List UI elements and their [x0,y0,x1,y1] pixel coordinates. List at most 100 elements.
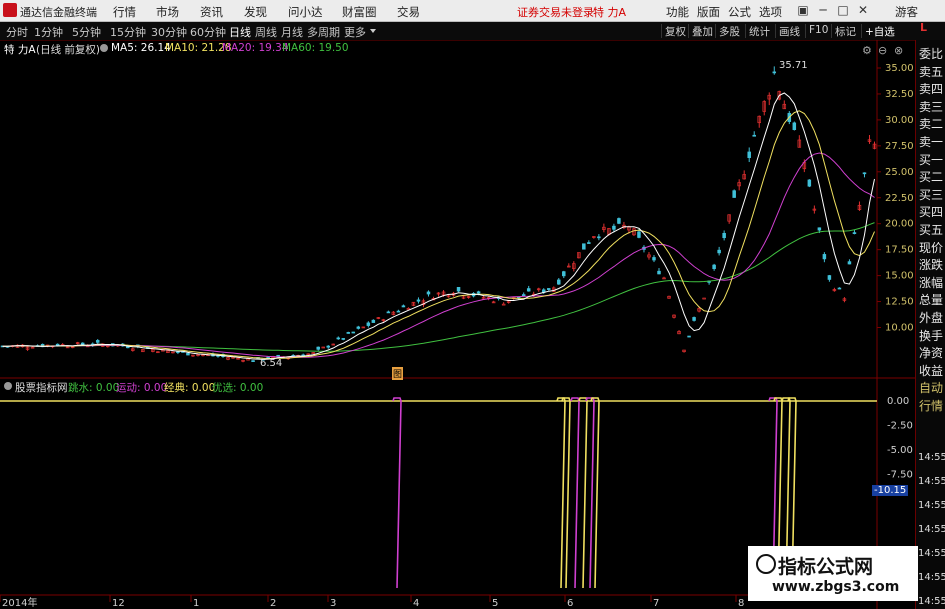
candle-body [732,190,736,198]
period-30min[interactable]: 30分钟 [151,24,187,40]
candle-body [557,279,561,285]
minimize-icon[interactable]: ─ [815,1,831,19]
period-15min[interactable]: 15分钟 [110,24,146,40]
candle-body [562,271,566,277]
period-more[interactable]: 更多 [344,24,366,40]
quote-item[interactable]: 行情 [919,398,943,415]
menu-gongneng[interactable]: 功能 [666,4,689,20]
logo-icon [756,554,776,574]
guest-button[interactable]: 游客 [895,4,918,20]
indicator-name[interactable]: 股票指标网 [15,380,68,395]
candle-body [617,218,621,224]
toolbar-fuquan[interactable]: 复权 [661,24,689,38]
indicator-pulse [392,397,402,589]
quote-item: 买四 [919,205,944,220]
trade-time: 14:55 [918,500,945,511]
quote-item: 涨跌 [919,258,944,273]
kline-chart[interactable]: 35.0032.5030.0027.5025.0022.5020.0017.50… [0,40,915,609]
yaxis-tick-label: 22.50 [885,193,914,204]
skin-icon[interactable]: ▣ [795,1,811,19]
menu-hangqing[interactable]: 行情 [113,4,136,20]
panel-toggle-icon[interactable]: L [920,21,927,34]
candle-body [336,337,341,340]
sub-yaxis-ticks: 0.00 -2.50 -5.00 -7.50 [887,396,913,481]
xaxis-labels: 2014年 12 1 2 3 4 5 6 7 8 [0,595,744,609]
sub-yaxis-tick-label: -5.00 [887,445,913,456]
quote-item[interactable]: 自动 [919,380,943,397]
maximize-icon[interactable]: □ [835,1,851,19]
toolbar-huaxian[interactable]: 画线 [775,24,803,38]
candle-body [847,261,852,265]
period-weekly[interactable]: 周线 [255,24,277,40]
yaxis-tick-label: 35.00 [885,63,914,74]
indicator-pulse [578,397,588,589]
quote-item: 卖五 [919,64,944,79]
menu-banmian[interactable]: 版面 [697,4,720,20]
candle-body [752,134,756,137]
chevron-down-icon[interactable] [370,29,376,33]
candle-body [612,225,616,230]
period-monthly[interactable]: 月线 [281,24,303,40]
menu-bar: 通达信金融终端 行情 市场 资讯 发现 问小达 财富圈 交易 证券交易未登录 特… [0,0,945,22]
menu-shichang[interactable]: 市场 [156,4,179,20]
toolbar-zixuan[interactable]: +自选 [861,24,898,38]
quote-item: 卖四 [919,82,944,97]
menu-zixun[interactable]: 资讯 [200,4,223,20]
login-warning[interactable]: 证券交易未登录 [517,4,594,20]
candle-body [276,354,280,357]
quote-item: 买三 [919,187,944,202]
indicator-pulse [570,397,580,589]
candle-body [456,286,461,292]
candle-body [366,322,371,326]
sub-settings-icon[interactable] [4,382,12,390]
xaxis-label: 8 [738,598,744,609]
menu-caifuquan[interactable]: 财富圈 [342,4,377,20]
candle-body [822,254,827,260]
candle-body [837,287,842,290]
toolbar-tongji[interactable]: 统计 [745,24,773,38]
quote-item: 买五 [919,223,944,237]
toolbar-diejia[interactable]: 叠加 [688,24,716,38]
period-multi[interactable]: 多周期 [307,24,340,40]
candle-body [401,305,406,308]
current-value-box: -10.15 [872,485,909,496]
quote-item: 换手 [919,328,944,343]
xaxis-label: 12 [112,598,125,609]
candle-body [827,275,832,280]
candle-body [717,249,721,254]
candle-body [852,232,857,234]
yaxis-tick-label: 10.00 [885,323,914,334]
ma20-line [2,152,875,358]
yaxis-tick-label: 25.00 [885,167,914,178]
sub-yaxis-tick-label: 0.00 [887,396,909,407]
period-60min[interactable]: 60分钟 [190,24,226,40]
candle-body [371,319,376,323]
candle-body [692,317,696,321]
menu-gongshi[interactable]: 公式 [728,4,751,20]
period-toolbar: 分时 1分钟 5分钟 15分钟 30分钟 60分钟 日线 周线 月线 多周期 更… [0,22,945,41]
event-marker[interactable]: 图 [392,367,404,380]
candle-body [637,231,641,238]
menu-jiaoyi[interactable]: 交易 [397,4,420,20]
toolbar-biaoji[interactable]: 标记 [831,24,859,38]
quote-side-panel: L 委比 卖五 卖四 卖三 卖二 卖一 买一 买二 买三 买四 买五 现价 涨跌 涨幅 总量 外盘 换手 净资 收益… [915,21,945,609]
candle-body [747,151,751,158]
period-5min[interactable]: 5分钟 [72,24,101,40]
period-1min[interactable]: 1分钟 [34,24,63,40]
toolbar-f10[interactable]: F10 [805,24,831,38]
candle-body [597,236,601,239]
xaxis-label: 5 [492,598,498,609]
xaxis-label: 2014年 [2,596,37,609]
quote-item: 涨幅 [919,275,944,290]
candle-body [526,288,531,292]
candle-body [547,288,551,290]
period-daily[interactable]: 日线 [229,24,251,40]
period-fenshi[interactable]: 分时 [6,24,28,40]
candle-body [687,335,691,338]
low-price-label: 6.54 [260,358,283,369]
menu-wenxiaoda[interactable]: 问小达 [288,4,323,20]
menu-faxian[interactable]: 发现 [244,4,267,20]
menu-xuanxiang[interactable]: 选项 [759,4,782,20]
close-icon[interactable]: ✕ [855,1,871,19]
toolbar-duogu[interactable]: 多股 [715,24,743,38]
